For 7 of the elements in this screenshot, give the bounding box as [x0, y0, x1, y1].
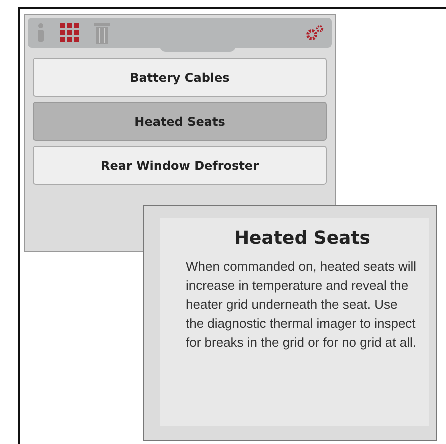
popup-description: When commanded on, heated seats will increase in temperature and reveal the heater grid underneath the seat. Use the diagnostic thermal imager to inspect for breaks in the grid or for no grid at all. [186, 258, 418, 352]
menu-item[interactable]: Heated Seats [33, 102, 327, 141]
settings-icon[interactable] [306, 25, 324, 41]
menu-item[interactable]: Battery Cables [33, 58, 327, 97]
popup-title: Heated Seats [233, 228, 372, 249]
grid-icon[interactable] [60, 23, 80, 43]
menu-item[interactable]: Rear Window Defroster [33, 146, 327, 185]
